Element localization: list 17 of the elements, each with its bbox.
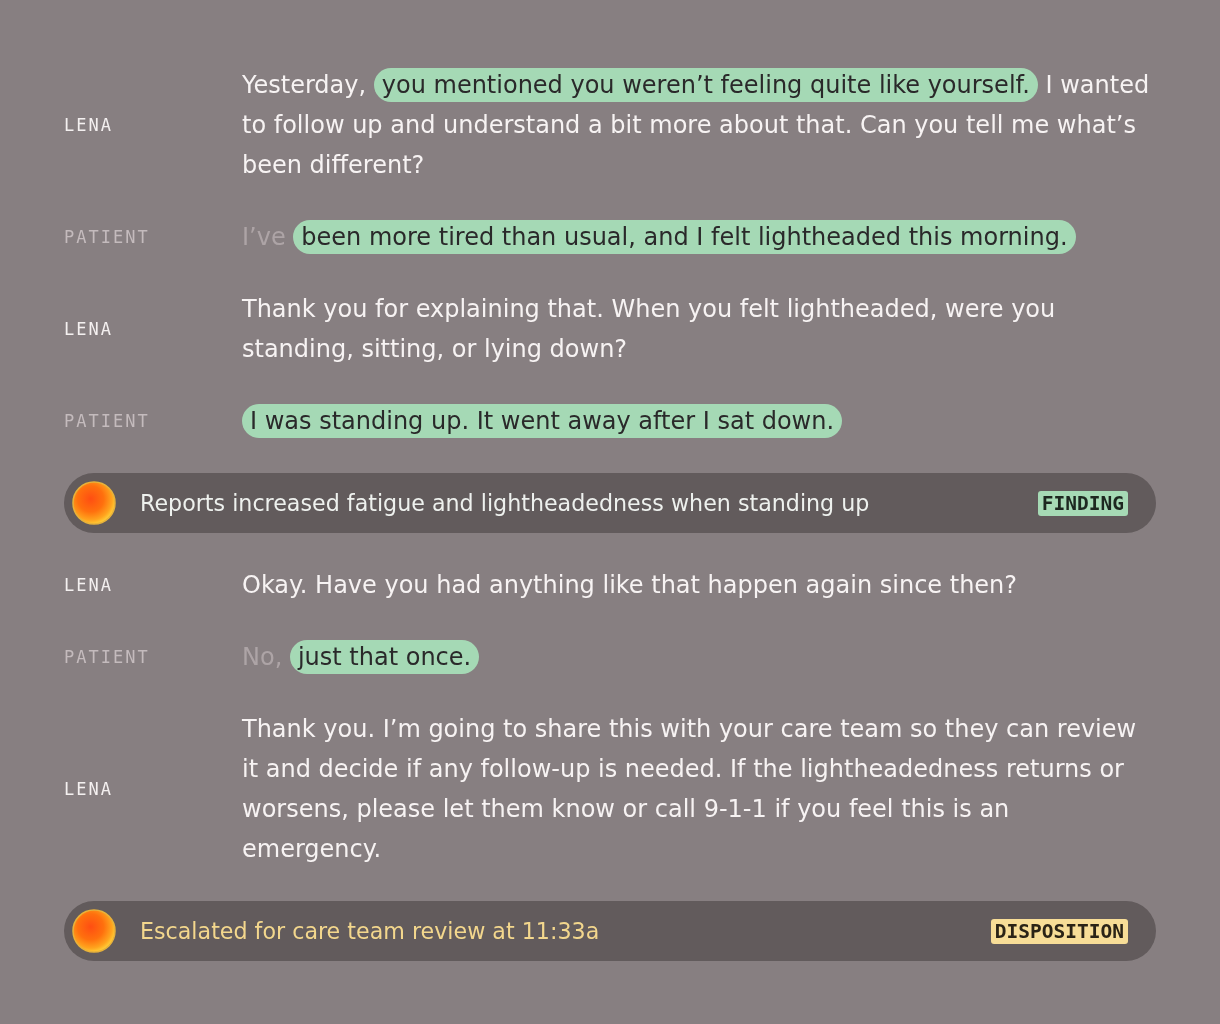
speaker-label: PATIENT	[64, 647, 150, 667]
orb-icon	[72, 481, 116, 525]
message-text: Thank you. I’m going to share this with your care team so they can review it and decide if any follow-up is needed. If the lightheadedness returns or worsens, please let them know or call 9-1-1 if you feel this is an emergency.	[242, 714, 1138, 865]
message-text: Okay. Have you had anything like that happen again since then?	[242, 570, 1019, 601]
message-text: Yesterday, you mentioned you weren’t feeling quite like yourself. I wanted to follow up and understand a bit more about that. Can you tell me what’s been different?	[242, 65, 1152, 185]
speaker-label: LENA	[64, 779, 113, 799]
speaker-label: PATIENT	[64, 227, 150, 247]
event-summary: Escalated for care team review at 11:33a	[140, 917, 600, 945]
message-text: Thank you for explaining that. When you felt lightheaded, were you standing, sitting, or lying down?	[242, 294, 1057, 365]
event-summary: Reports increased fatigue and lightheadedness when standing up	[140, 489, 870, 517]
speaker-label: PATIENT	[64, 411, 150, 431]
speaker-label: LENA	[64, 575, 113, 595]
event-tag: FINDING	[1037, 490, 1128, 516]
speaker-label: LENA	[64, 115, 113, 135]
orb-icon	[72, 909, 116, 953]
event-tag: DISPOSITION	[990, 918, 1128, 944]
speaker-label: LENA	[64, 319, 113, 339]
